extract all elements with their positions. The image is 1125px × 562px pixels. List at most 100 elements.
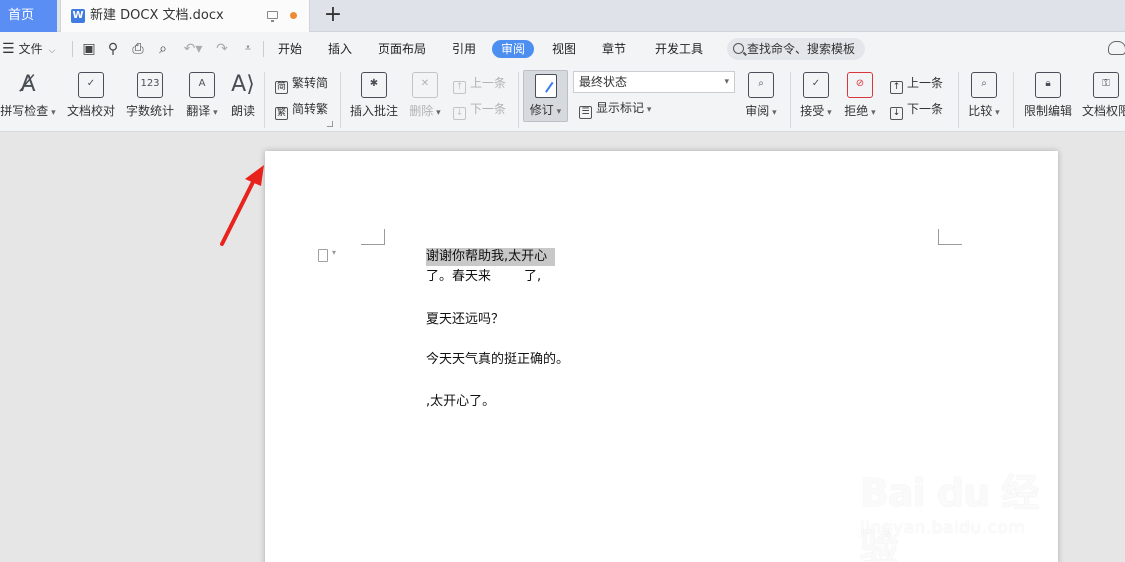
insert-comment-label: 插入批注 — [349, 104, 398, 118]
cloud-icon[interactable] — [1108, 41, 1125, 55]
spell-check-icon: A̸ — [20, 72, 36, 97]
next-comment-icon: ↓ — [453, 107, 466, 120]
traditional-to-simplified-button[interactable]: 简繁转简 — [275, 73, 329, 94]
watermark-url: jingyan.baidu.com — [860, 518, 1026, 538]
print-icon[interactable]: ⎙ — [129, 32, 147, 66]
search-placeholder: 查找命令、搜索模板 — [747, 42, 856, 56]
track-changes-button[interactable]: 修订 — [523, 70, 568, 122]
word-count-icon: 123 — [137, 72, 163, 98]
read-aloud-button[interactable]: A⟩ 朗读 — [228, 70, 258, 128]
read-aloud-icon: A⟩ — [231, 72, 255, 97]
save-icon[interactable]: ▣ — [80, 32, 98, 66]
new-tab-button[interactable]: + — [321, 3, 345, 29]
review-pane-button[interactable]: ⌕ 审阅 — [742, 70, 780, 128]
show-markup-icon: ☰ — [579, 106, 592, 119]
chevron-down-icon: ▾ — [724, 77, 729, 87]
proofread-label: 文档校对 — [66, 104, 115, 118]
tab-home[interactable]: 首页 — [0, 0, 57, 32]
format-painter-icon[interactable]: ⚲ — [104, 32, 122, 66]
accept-label: 接受 — [798, 102, 834, 119]
previous-comment-button[interactable]: ↑ 上一条 — [453, 73, 506, 94]
red-arrow-annotation — [220, 165, 264, 246]
next-change-label: 下一条 — [907, 102, 944, 116]
divider — [72, 41, 73, 57]
word-count-label: 字数统计 — [125, 104, 174, 118]
watermark-logo-text: Bai du 经验 — [860, 471, 1039, 562]
document-proofread-button[interactable]: ✓ 文档校对 — [64, 70, 118, 128]
undo-icon[interactable]: ↶▾ — [180, 32, 206, 66]
delete-comment-button[interactable]: ✕ 删除 — [406, 70, 444, 128]
title-tab-bar: 首页 W 新建 DOCX 文档.docx + — [0, 0, 1125, 32]
group-settings-icon[interactable] — [327, 121, 333, 127]
paragraph-handle-icon[interactable] — [318, 248, 336, 262]
translate-button[interactable]: A 翻译 — [182, 70, 222, 128]
tab-developer[interactable]: 开发工具 — [654, 40, 704, 58]
compare-label: 比较 — [966, 102, 1002, 119]
review-pane-label: 审阅 — [742, 102, 780, 119]
compare-icon: ⌕ — [971, 72, 997, 98]
document-line[interactable]: 了。春天来 了, — [426, 268, 541, 286]
divider — [1013, 72, 1014, 128]
restrict-editing-button[interactable]: 🔒︎ 限制编辑 — [1022, 70, 1074, 128]
previous-change-icon: ↑ — [890, 81, 903, 94]
document-line[interactable]: 今天天气真的挺正确的。 — [426, 351, 569, 369]
delete-comment-icon: ✕ — [412, 72, 438, 98]
document-permission-icon: ⚿ — [1093, 72, 1119, 98]
simp-trad-icon: 繁 — [275, 107, 288, 120]
next-comment-button[interactable]: ↓ 下一条 — [453, 99, 507, 120]
document-tab-title: 新建 DOCX 文档.docx — [90, 8, 224, 23]
trad-simp-icon: 简 — [275, 81, 288, 94]
command-search-input[interactable]: 查找命令、搜索模板 — [727, 38, 865, 60]
insert-comment-button[interactable]: ✱ 插入批注 — [348, 70, 400, 128]
margin-corner-mark — [361, 229, 385, 245]
previous-comment-icon: ↑ — [453, 81, 466, 94]
insert-comment-icon: ✱ — [361, 72, 387, 98]
document-permission-button[interactable]: ⚿ 文档权限 — [1081, 70, 1125, 128]
unsaved-dot-icon[interactable] — [290, 12, 297, 19]
reject-icon: ⊘ — [847, 72, 873, 98]
file-menu[interactable]: ☰ 文件 ⌵ — [0, 32, 55, 66]
display-state-value: 最终状态 — [579, 75, 628, 89]
tab-document[interactable]: W 新建 DOCX 文档.docx — [60, 0, 310, 32]
trad-to-simp-label: 繁转简 — [292, 76, 329, 90]
restrict-editing-label: 限制编辑 — [1023, 104, 1072, 118]
tab-insert[interactable]: 插入 — [327, 40, 353, 58]
next-comment-label: 下一条 — [470, 102, 507, 116]
compare-button[interactable]: ⌕ 比较 — [966, 70, 1002, 128]
track-changes-icon — [534, 74, 557, 98]
accept-button[interactable]: ✓ 接受 — [798, 70, 834, 128]
tab-references[interactable]: 引用 — [451, 40, 477, 58]
lock-icon: 🔒︎ — [1035, 72, 1061, 98]
tab-view[interactable]: 视图 — [551, 40, 577, 58]
display-state-select[interactable]: 最终状态 ▾ — [573, 71, 735, 93]
document-line[interactable]: 夏天还远吗？ — [426, 311, 504, 329]
spell-check-label: 拼写检查 — [0, 102, 56, 119]
customize-toolbar-icon[interactable]: ⩡ — [240, 32, 256, 66]
spell-check-button[interactable]: A̸ 拼写检查 — [0, 70, 56, 128]
next-change-button[interactable]: ↓ 下一条 — [890, 99, 944, 120]
show-markup-button[interactable]: ☰ 显示标记 — [579, 98, 651, 119]
tab-page-layout[interactable]: 页面布局 — [377, 40, 427, 58]
chevron-down-icon: ⌵ — [48, 46, 56, 56]
print-preview-icon[interactable]: ⌕ — [154, 32, 172, 66]
redo-icon[interactable]: ↷ — [213, 32, 231, 66]
translate-icon: A — [189, 72, 215, 98]
reject-label: 拒绝 — [842, 102, 878, 119]
reject-button[interactable]: ⊘ 拒绝 — [842, 70, 878, 128]
previous-change-button[interactable]: ↑ 上一条 — [890, 73, 943, 94]
next-change-icon: ↓ — [890, 107, 903, 120]
monitor-icon[interactable] — [267, 11, 278, 22]
file-menu-label: 文件 — [18, 42, 43, 56]
simplified-to-traditional-button[interactable]: 繁简转繁 — [275, 99, 328, 120]
accept-icon: ✓ — [803, 72, 829, 98]
search-icon — [733, 43, 744, 54]
divider — [958, 72, 959, 128]
document-line-selected[interactable]: 谢谢你帮助我,太开心 — [426, 248, 556, 266]
document-line[interactable]: ,太开心了。 — [426, 393, 495, 411]
review-pane-icon: ⌕ — [748, 72, 774, 98]
tab-section[interactable]: 章节 — [601, 40, 627, 58]
tab-review[interactable]: 审阅 — [492, 40, 535, 58]
word-count-button[interactable]: 123 字数统计 — [124, 70, 176, 128]
tab-start[interactable]: 开始 — [277, 40, 303, 58]
divider — [340, 72, 341, 128]
